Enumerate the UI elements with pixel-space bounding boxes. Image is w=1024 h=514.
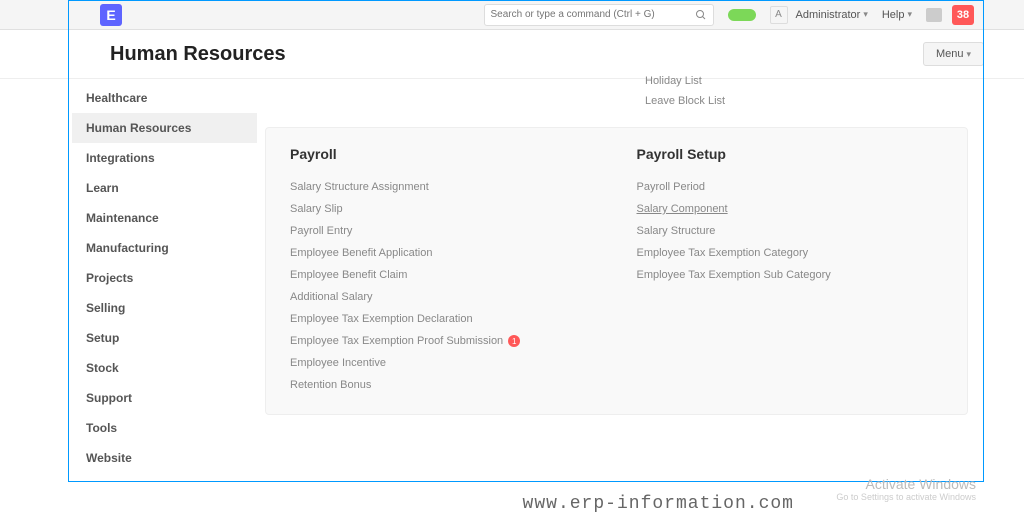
sidebar-item-projects[interactable]: Projects <box>72 263 257 293</box>
sidebar-item-website[interactable]: Website <box>72 443 257 473</box>
sidebar-item-selling[interactable]: Selling <box>72 293 257 323</box>
comment-icon[interactable] <box>926 8 942 22</box>
source-url: www.erp-information.com <box>523 494 794 514</box>
link-additional-salary[interactable]: Additional Salary <box>290 286 597 308</box>
app-logo[interactable]: E <box>100 4 122 26</box>
sidebar-item-setup[interactable]: Setup <box>72 323 257 353</box>
link-employee-benefit-application[interactable]: Employee Benefit Application <box>290 242 597 264</box>
link-salary-structure[interactable]: Salary Structure <box>637 220 944 242</box>
modules-card: Payroll Salary Structure AssignmentSalar… <box>265 127 968 415</box>
sidebar-item-stock[interactable]: Stock <box>72 353 257 383</box>
link-payroll-entry[interactable]: Payroll Entry <box>290 220 597 242</box>
notification-badge[interactable]: 38 <box>952 5 974 25</box>
link-payroll-period[interactable]: Payroll Period <box>637 176 944 198</box>
link-holiday-list[interactable]: Holiday List <box>645 75 725 87</box>
sidebar-item-healthcare[interactable]: Healthcare <box>72 83 257 113</box>
link-employee-tax-exemption-category[interactable]: Employee Tax Exemption Category <box>637 242 944 264</box>
menu-button[interactable]: Menu▾ <box>923 42 984 66</box>
sidebar-item-learn[interactable]: Learn <box>72 173 257 203</box>
module-title-payroll: Payroll <box>290 146 597 162</box>
top-links: Holiday List Leave Block List <box>265 75 968 127</box>
module-title-payroll-setup: Payroll Setup <box>637 146 944 162</box>
sidebar-item-tools[interactable]: Tools <box>72 413 257 443</box>
search-icon <box>695 9 707 21</box>
sidebar-item-manufacturing[interactable]: Manufacturing <box>72 233 257 263</box>
count-badge: 1 <box>508 335 520 347</box>
link-employee-incentive[interactable]: Employee Incentive <box>290 352 597 374</box>
link-salary-structure-assignment[interactable]: Salary Structure Assignment <box>290 176 597 198</box>
watermark: Activate Windows Go to Settings to activ… <box>836 476 976 502</box>
link-employee-tax-exemption-declaration[interactable]: Employee Tax Exemption Declaration <box>290 308 597 330</box>
link-salary-slip[interactable]: Salary Slip <box>290 198 597 220</box>
link-salary-component[interactable]: Salary Component <box>637 198 944 220</box>
sidebar-item-support[interactable]: Support <box>72 383 257 413</box>
topbar: E A Administrator▾ Help▾ 38 <box>0 0 1024 30</box>
search-box[interactable] <box>484 4 714 26</box>
link-employee-tax-exemption-proof-submission[interactable]: Employee Tax Exemption Proof Submission1 <box>290 330 597 352</box>
page-header: Human Resources Menu▾ <box>0 30 1024 79</box>
status-indicator <box>728 9 756 21</box>
admin-menu[interactable]: Administrator▾ <box>796 9 868 21</box>
sidebar-item-integrations[interactable]: Integrations <box>72 143 257 173</box>
page-title: Human Resources <box>110 43 923 66</box>
chevron-down-icon: ▾ <box>907 9 912 20</box>
sidebar-item-maintenance[interactable]: Maintenance <box>72 203 257 233</box>
link-retention-bonus[interactable]: Retention Bonus <box>290 374 597 396</box>
help-menu[interactable]: Help▾ <box>882 9 912 21</box>
link-leave-block-list[interactable]: Leave Block List <box>645 95 725 107</box>
chevron-down-icon: ▾ <box>966 49 971 60</box>
link-employee-tax-exemption-sub-category[interactable]: Employee Tax Exemption Sub Category <box>637 264 944 286</box>
avatar[interactable]: A <box>770 6 788 24</box>
link-employee-benefit-claim[interactable]: Employee Benefit Claim <box>290 264 597 286</box>
sidebar: HealthcareHuman ResourcesIntegrationsLea… <box>72 75 257 512</box>
chevron-down-icon: ▾ <box>863 9 868 20</box>
search-input[interactable] <box>491 9 695 20</box>
sidebar-item-human-resources[interactable]: Human Resources <box>72 113 257 143</box>
